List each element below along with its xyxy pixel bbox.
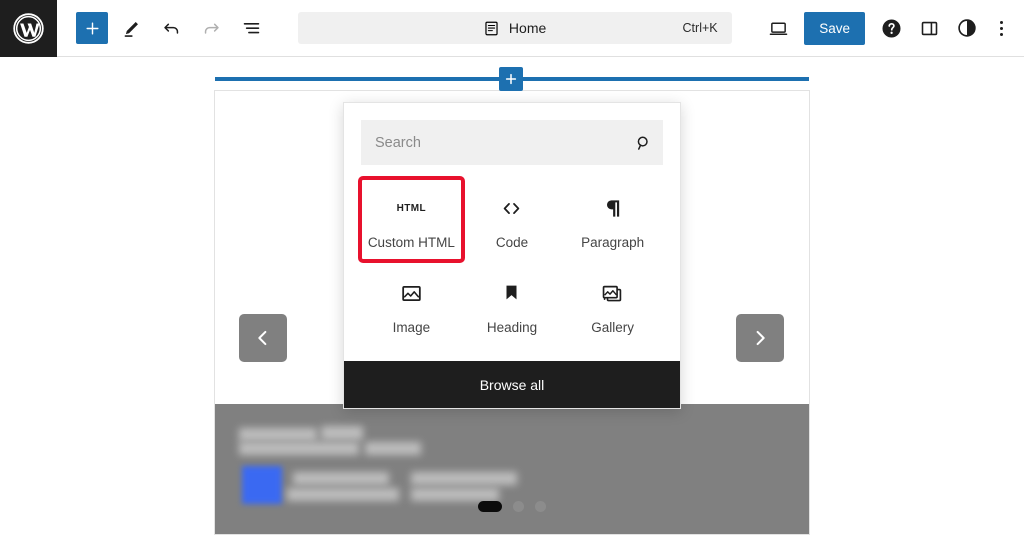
search-input[interactable] — [361, 120, 663, 165]
command-bar[interactable]: Home Ctrl+K — [298, 12, 732, 44]
editor-canvas: HTML Custom HTML Code — [0, 57, 1024, 538]
blurred-text-line — [411, 472, 517, 485]
toolbar-left-group — [57, 11, 268, 45]
blurred-text-line — [365, 442, 421, 455]
list-view-button[interactable] — [234, 11, 268, 45]
save-button[interactable]: Save — [804, 12, 865, 45]
gallery-icon — [600, 278, 625, 308]
command-bar-shortcut: Ctrl+K — [683, 21, 718, 35]
image-icon — [399, 278, 424, 308]
wordpress-logo-icon[interactable] — [0, 0, 57, 57]
block-inserter-popover: HTML Custom HTML Code — [343, 102, 681, 409]
carousel-prev-button[interactable] — [239, 314, 287, 362]
blurred-text-line — [321, 426, 363, 440]
search-icon[interactable] — [634, 133, 653, 152]
inline-inserter-plus-icon[interactable] — [499, 67, 523, 91]
block-tile-label: Custom HTML — [368, 235, 455, 250]
block-tile-heading[interactable]: Heading — [462, 264, 563, 345]
quick-block-grid: HTML Custom HTML Code — [344, 175, 680, 361]
heading-bookmark-icon — [499, 278, 524, 308]
block-tile-paragraph[interactable]: Paragraph — [562, 179, 663, 260]
block-inserter-toggle-button[interactable] — [76, 12, 108, 44]
block-tile-image[interactable]: Image — [361, 264, 462, 345]
carousel-pagination — [0, 501, 1024, 512]
kebab-menu-icon[interactable] — [988, 11, 1014, 45]
pagination-dot[interactable] — [535, 501, 546, 512]
blurred-cta-button[interactable] — [242, 466, 282, 504]
desktop-icon[interactable] — [761, 11, 795, 45]
block-tile-label: Gallery — [591, 320, 634, 335]
question-mark-icon[interactable] — [874, 11, 908, 45]
block-tile-gallery[interactable]: Gallery — [562, 264, 663, 345]
pagination-dot[interactable] — [513, 501, 524, 512]
undo-button[interactable] — [154, 11, 188, 45]
sidebar-panel-icon[interactable] — [912, 11, 946, 45]
command-bar-title: Home — [509, 20, 546, 36]
editor-toolbar: Home Ctrl+K Save — [0, 0, 1024, 57]
block-tile-label: Heading — [487, 320, 537, 335]
blurred-text-line — [293, 472, 389, 485]
wordpress-block-editor: Home Ctrl+K Save — [0, 0, 1024, 538]
blurred-text-line — [411, 488, 499, 501]
blurred-text-line — [239, 428, 317, 441]
toolbar-center-group: Home Ctrl+K — [268, 12, 761, 44]
block-tile-code[interactable]: Code — [462, 179, 563, 260]
block-tile-label: Paragraph — [581, 235, 644, 250]
carousel-next-button[interactable] — [736, 314, 784, 362]
browse-all-button[interactable]: Browse all — [344, 361, 680, 408]
slide-content-banner[interactable] — [215, 404, 809, 534]
redo-button[interactable] — [194, 11, 228, 45]
command-bar-inner: Home — [298, 20, 732, 37]
pilcrow-icon — [600, 193, 625, 223]
html-text-icon: HTML — [397, 193, 426, 223]
page-document-icon — [483, 20, 500, 37]
inserter-search-wrapper — [344, 103, 680, 175]
inserter-search-field[interactable] — [361, 120, 663, 165]
html-icon-label: HTML — [397, 203, 426, 214]
pagination-dot[interactable] — [478, 501, 502, 512]
block-tile-label: Code — [496, 235, 528, 250]
blurred-text-line — [287, 488, 399, 501]
code-brackets-icon — [499, 193, 524, 223]
contrast-circle-icon[interactable] — [950, 11, 984, 45]
blurred-text-line — [239, 442, 359, 455]
block-tile-label: Image — [393, 320, 431, 335]
block-tile-custom-html[interactable]: HTML Custom HTML — [361, 179, 462, 260]
toolbar-right-group: Save — [761, 11, 1024, 45]
tools-edit-button[interactable] — [114, 11, 148, 45]
